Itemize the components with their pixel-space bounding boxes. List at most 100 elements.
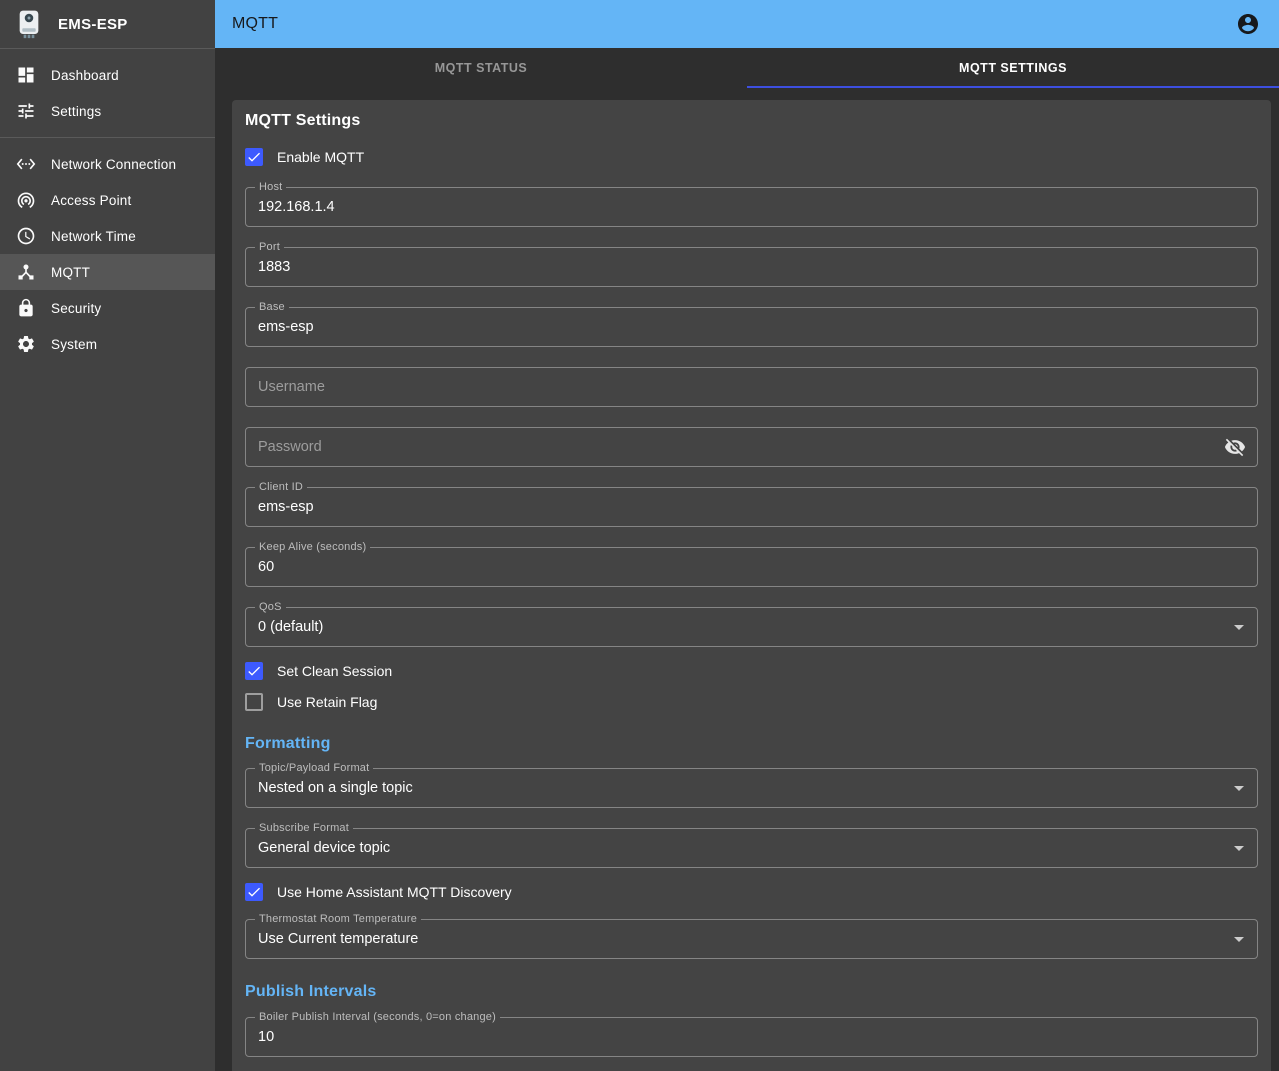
- checkbox-checked-icon: [245, 883, 263, 901]
- client-id-field: Client ID: [245, 487, 1258, 527]
- checkbox-label: Use Retain Flag: [277, 694, 377, 710]
- dropdown-arrow-icon: [1234, 937, 1244, 942]
- app-name: EMS-ESP: [58, 16, 128, 33]
- sidebar-item-label: Network Time: [51, 229, 136, 244]
- checkbox-label: Enable MQTT: [277, 149, 364, 165]
- dashboard-icon: [16, 65, 36, 85]
- thermostat-temp-select[interactable]: Thermostat Room Temperature Use Current …: [245, 919, 1258, 959]
- sidebar-item-security[interactable]: Security: [0, 290, 215, 326]
- select-value: Use Current temperature: [258, 920, 418, 958]
- card-heading: MQTT Settings: [245, 112, 1258, 130]
- boiler-interval-row: Boiler Publish Interval (seconds, 0=on c…: [245, 1017, 1258, 1057]
- visibility-off-icon[interactable]: [1224, 436, 1246, 458]
- ha-discovery-checkbox[interactable]: Use Home Assistant MQTT Discovery: [245, 879, 1258, 905]
- sidebar-item-dashboard[interactable]: Dashboard: [0, 57, 215, 93]
- set-clean-session-checkbox[interactable]: Set Clean Session: [245, 658, 1258, 684]
- tune-icon: [16, 101, 36, 121]
- sidebar-item-label: Dashboard: [51, 68, 119, 83]
- host-input[interactable]: [246, 188, 1257, 226]
- wifi-tethering-icon: [16, 190, 36, 210]
- sidebar-item-label: System: [51, 337, 97, 352]
- base-field: Base: [245, 307, 1258, 347]
- sidebar-item-access-point[interactable]: Access Point: [0, 182, 215, 218]
- page-title: MQTT: [232, 15, 1236, 33]
- dropdown-arrow-icon: [1234, 846, 1244, 851]
- field-label: Boiler Publish Interval (seconds, 0=on c…: [255, 1011, 500, 1024]
- select-value: General device topic: [258, 829, 390, 867]
- field-label: Keep Alive (seconds): [255, 541, 370, 554]
- clock-icon: [16, 226, 36, 246]
- password-field: [245, 427, 1258, 467]
- subscribe-format-row: Subscribe Format General device topic: [245, 828, 1258, 868]
- dropdown-arrow-icon: [1234, 625, 1244, 630]
- thermostat-temp-row: Thermostat Room Temperature Use Current …: [245, 919, 1258, 959]
- checkbox-label: Use Home Assistant MQTT Discovery: [277, 884, 512, 900]
- sidebar-item-system[interactable]: System: [0, 326, 215, 362]
- topic-format-select[interactable]: Topic/Payload Format Nested on a single …: [245, 768, 1258, 808]
- field-label: Host: [255, 181, 286, 194]
- appbar: MQTT: [215, 0, 1279, 48]
- gear-icon: [16, 334, 36, 354]
- keep-alive-input[interactable]: [246, 548, 1257, 586]
- sidebar-item-label: Security: [51, 301, 101, 316]
- device-hub-icon: [16, 262, 36, 282]
- checkbox-label: Set Clean Session: [277, 663, 392, 679]
- password-input[interactable]: [246, 428, 1257, 466]
- sidebar-item-mqtt[interactable]: MQTT: [0, 254, 215, 290]
- checkbox-checked-icon: [245, 662, 263, 680]
- sidebar-item-label: Settings: [51, 104, 101, 119]
- keep-alive-field: Keep Alive (seconds): [245, 547, 1258, 587]
- port-field: Port: [245, 247, 1258, 287]
- boiler-logo-icon: [13, 8, 45, 40]
- keep-alive-row: Keep Alive (seconds): [245, 547, 1258, 587]
- sidebar-item-settings[interactable]: Settings: [0, 93, 215, 129]
- boiler-interval-field: Boiler Publish Interval (seconds, 0=on c…: [245, 1017, 1258, 1057]
- username-field: [245, 367, 1258, 407]
- formatting-heading: Formatting: [245, 735, 1258, 753]
- mqtt-settings-card: MQTT Settings Enable MQTT Host Port: [232, 100, 1271, 1071]
- publish-intervals-heading: Publish Intervals: [245, 983, 1258, 1001]
- app-root: EMS-ESP Dashboard Settings: [0, 0, 1279, 1071]
- port-row: Port: [245, 247, 1258, 287]
- tab-mqtt-status[interactable]: MQTT STATUS: [215, 48, 747, 88]
- sidebar-header: EMS-ESP: [0, 0, 215, 48]
- qos-row: QoS 0 (default): [245, 607, 1258, 647]
- qos-select[interactable]: QoS 0 (default): [245, 607, 1258, 647]
- base-row: Base: [245, 307, 1258, 347]
- subscribe-format-select[interactable]: Subscribe Format General device topic: [245, 828, 1258, 868]
- sidebar-item-network-connection[interactable]: Network Connection: [0, 146, 215, 182]
- host-row: Host: [245, 187, 1258, 227]
- username-row: [245, 367, 1258, 407]
- client-id-row: Client ID: [245, 487, 1258, 527]
- sidebar: EMS-ESP Dashboard Settings: [0, 0, 215, 1071]
- host-field: Host: [245, 187, 1258, 227]
- sidebar-group-network: Network Connection Access Point Network …: [0, 138, 215, 370]
- main-column: MQTT MQTT STATUS MQTT SETTINGS MQTT Sett…: [215, 0, 1279, 1071]
- field-label: Port: [255, 241, 284, 254]
- tab-bar: MQTT STATUS MQTT SETTINGS: [215, 48, 1279, 88]
- username-input[interactable]: [246, 368, 1257, 406]
- field-label: Base: [255, 301, 289, 314]
- password-row: [245, 427, 1258, 467]
- port-input[interactable]: [246, 248, 1257, 286]
- checkbox-unchecked-icon: [245, 693, 263, 711]
- account-circle-icon[interactable]: [1236, 12, 1260, 36]
- sidebar-item-network-time[interactable]: Network Time: [0, 218, 215, 254]
- sidebar-item-label: Network Connection: [51, 157, 176, 172]
- topic-format-row: Topic/Payload Format Nested on a single …: [245, 768, 1258, 808]
- select-value: 0 (default): [258, 608, 323, 646]
- enable-mqtt-checkbox[interactable]: Enable MQTT: [245, 144, 1258, 170]
- use-retain-flag-checkbox[interactable]: Use Retain Flag: [245, 689, 1258, 715]
- sidebar-item-label: MQTT: [51, 265, 90, 280]
- tab-mqtt-settings[interactable]: MQTT SETTINGS: [747, 48, 1279, 88]
- base-input[interactable]: [246, 308, 1257, 346]
- content-area: MQTT Settings Enable MQTT Host Port: [215, 88, 1279, 1071]
- checkbox-checked-icon: [245, 148, 263, 166]
- lock-icon: [16, 298, 36, 318]
- select-value: Nested on a single topic: [258, 769, 413, 807]
- client-id-input[interactable]: [246, 488, 1257, 526]
- ethernet-icon: [16, 154, 36, 174]
- dropdown-arrow-icon: [1234, 786, 1244, 791]
- sidebar-group-main: Dashboard Settings: [0, 49, 215, 137]
- field-label: Client ID: [255, 481, 307, 494]
